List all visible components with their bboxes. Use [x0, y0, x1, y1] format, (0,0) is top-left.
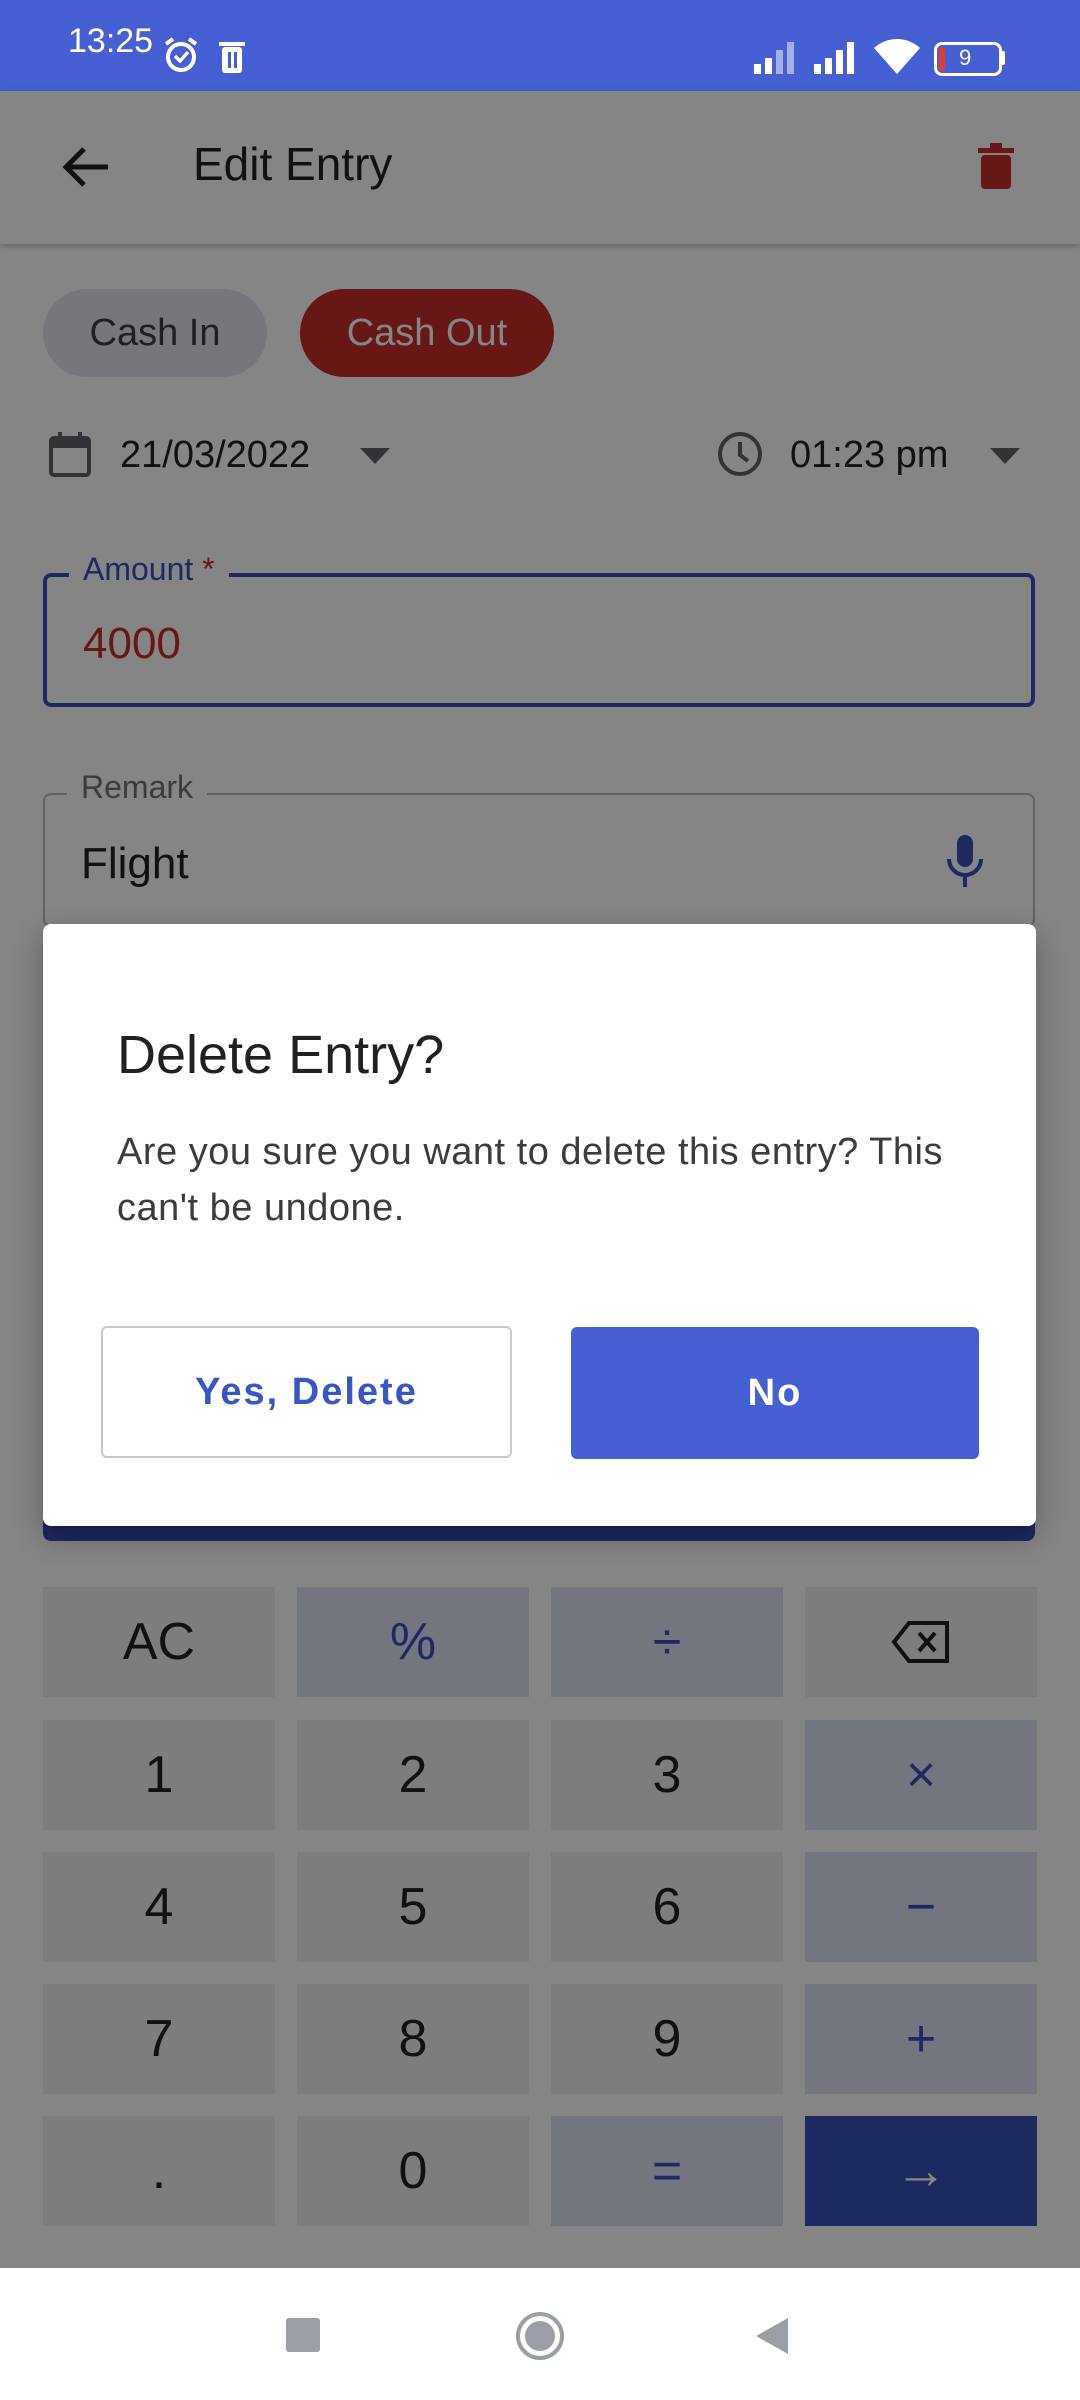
wifi-icon — [874, 39, 920, 74]
status-time: 13:25 — [68, 22, 154, 60]
navigation-bar — [0, 2268, 1080, 2400]
back-nav-icon[interactable] — [754, 2316, 790, 2356]
alarm-icon — [164, 37, 198, 72]
home-icon[interactable] — [514, 2310, 566, 2362]
trash-status-icon — [219, 42, 245, 73]
dialog-message: Are you sure you want to delete this ent… — [117, 1131, 943, 1229]
status-bar: 13:25 9 — [0, 0, 1080, 91]
signal-2-icon — [814, 42, 854, 74]
delete-dialog: Delete Entry? Are you sure you want to d… — [43, 924, 1036, 1526]
battery-tip — [1000, 51, 1005, 65]
battery-icon: 9 — [934, 42, 1002, 76]
cancel-button[interactable]: No — [571, 1327, 979, 1459]
signal-1-icon — [754, 42, 794, 74]
recents-icon[interactable] — [286, 2318, 320, 2352]
dialog-title: Delete Entry? — [117, 1025, 445, 1085]
battery-level: 9 — [959, 45, 972, 70]
confirm-delete-button[interactable]: Yes, Delete — [101, 1326, 512, 1458]
